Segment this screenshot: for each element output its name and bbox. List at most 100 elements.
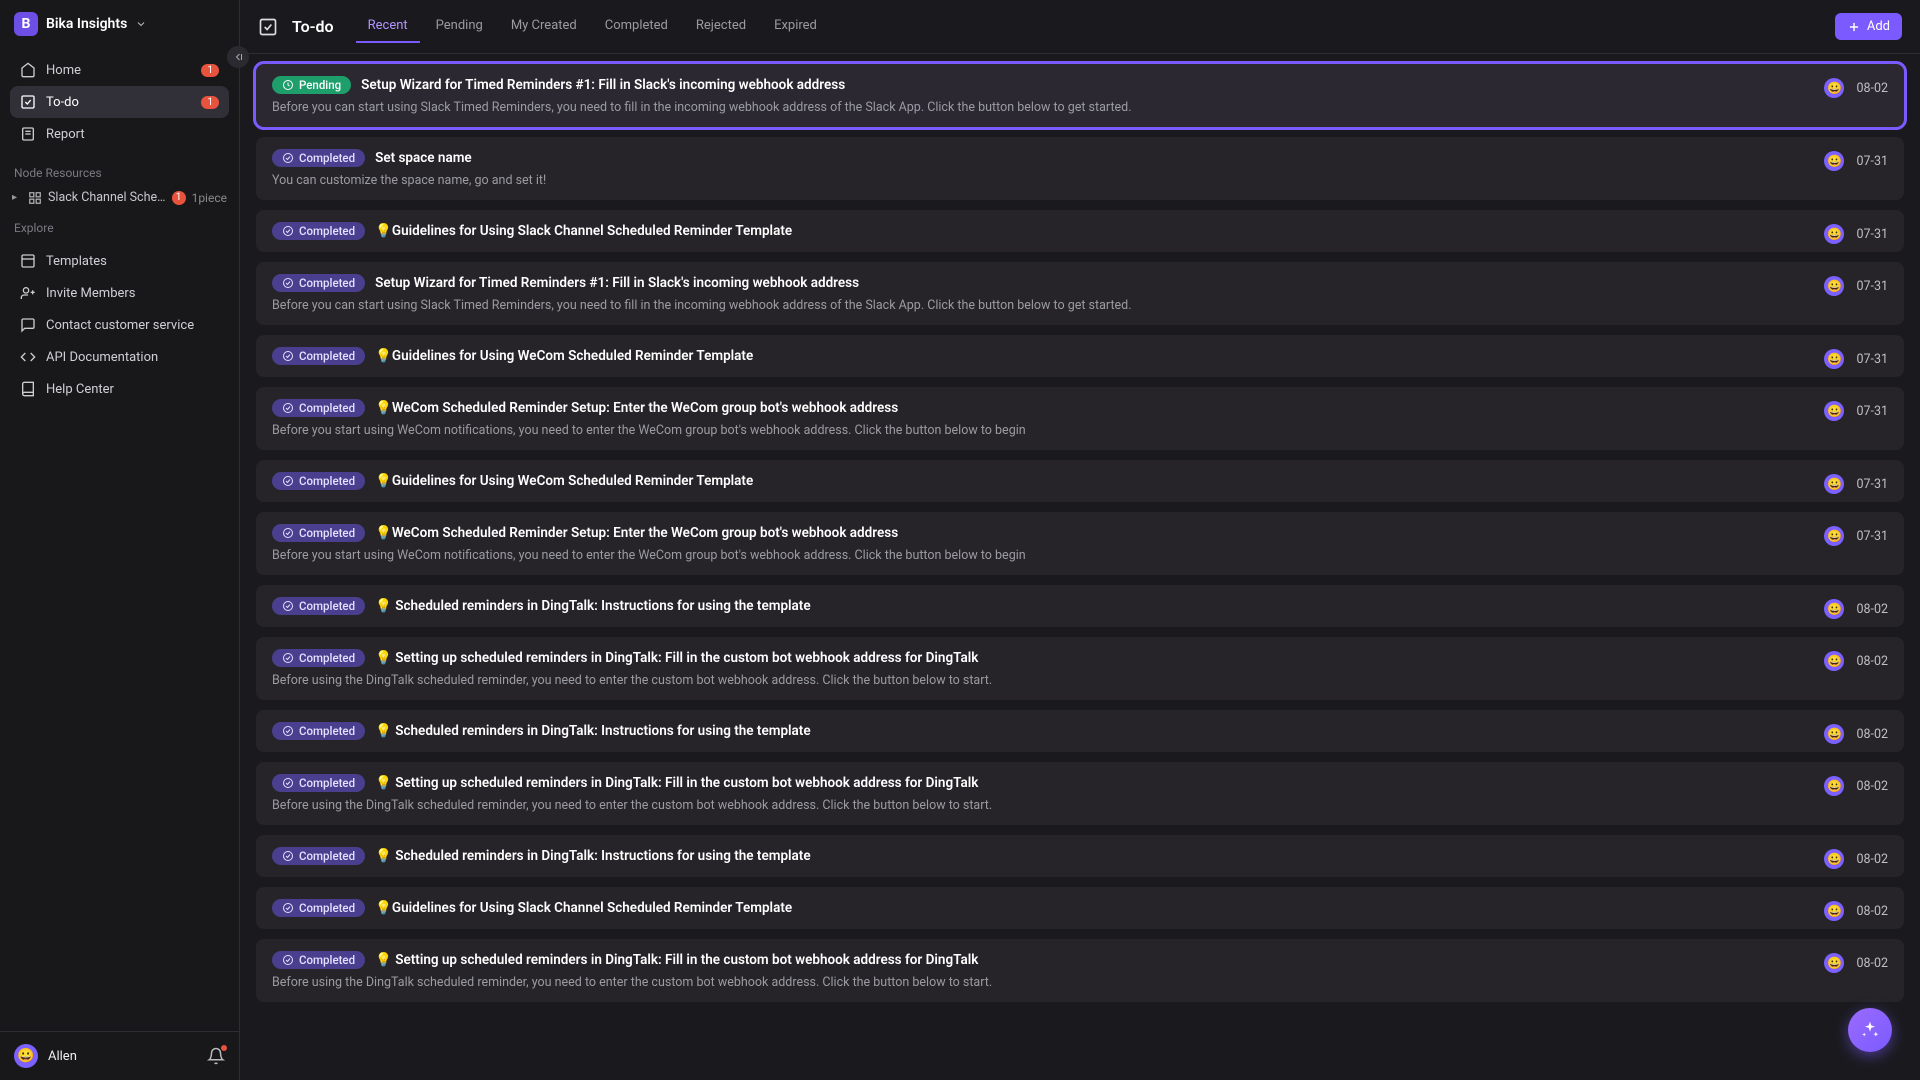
- todo-card[interactable]: Completed 💡 Setting up scheduled reminder…: [256, 939, 1904, 1002]
- nav-todo[interactable]: To-do 1: [10, 86, 229, 118]
- todo-card[interactable]: Completed💡WeCom Scheduled Reminder Setup…: [256, 512, 1904, 575]
- status-label: Completed: [299, 651, 355, 665]
- node-resources-label: Node Resources: [0, 156, 239, 184]
- card-title: 💡 Setting up scheduled reminders in Ding…: [375, 775, 978, 791]
- check-circle-icon: [282, 527, 294, 539]
- sidebar: B Bika Insights Home 1 To-do 1 Report: [0, 0, 240, 1080]
- todo-card[interactable]: Completed 💡 Setting up scheduled reminder…: [256, 762, 1904, 825]
- todo-card[interactable]: Completed💡Guidelines for Using WeCom Sch…: [256, 460, 1904, 502]
- fab-button[interactable]: [1848, 1008, 1892, 1052]
- chevron-down-icon: [135, 18, 147, 30]
- tab-rejected[interactable]: Rejected: [684, 10, 758, 43]
- tabs: RecentPendingMy CreatedCompletedRejected…: [356, 10, 829, 43]
- status-label: Completed: [299, 224, 355, 238]
- home-icon: [20, 62, 36, 78]
- nav-todo-label: To-do: [46, 95, 79, 110]
- tab-completed[interactable]: Completed: [593, 10, 680, 43]
- todo-card[interactable]: Completed💡Guidelines for Using Slack Cha…: [256, 887, 1904, 929]
- nav-home-label: Home: [46, 63, 81, 78]
- check-circle-icon: [282, 152, 294, 164]
- card-description: You can customize the space name, go and…: [272, 173, 1888, 188]
- check-circle-icon: [282, 225, 294, 237]
- todo-card[interactable]: Completed💡WeCom Scheduled Reminder Setup…: [256, 387, 1904, 450]
- card-date: 08-02: [1856, 602, 1888, 617]
- card-date: 08-02: [1856, 727, 1888, 742]
- sparkle-icon: [1860, 1020, 1880, 1040]
- status-pill-pending: Pending: [272, 76, 351, 94]
- todo-card[interactable]: CompletedSetup Wizard for Timed Reminder…: [256, 262, 1904, 325]
- check-circle-icon: [282, 277, 294, 289]
- explore-contact[interactable]: Contact customer service: [10, 309, 229, 341]
- card-title: 💡 Scheduled reminders in DingTalk: Instr…: [375, 598, 811, 614]
- status-pill-completed: Completed: [272, 524, 365, 542]
- todo-card[interactable]: Completed 💡 Scheduled reminders in DingTa…: [256, 585, 1904, 627]
- tab-recent[interactable]: Recent: [356, 10, 420, 43]
- card-title: 💡Guidelines for Using Slack Channel Sche…: [375, 900, 792, 916]
- add-button-label: Add: [1867, 19, 1890, 34]
- check-square-icon: [20, 94, 36, 110]
- status-pill-completed: Completed: [272, 222, 365, 240]
- status-label: Completed: [299, 724, 355, 738]
- book-icon: [20, 381, 36, 397]
- assignee-avatar: 😀: [1824, 776, 1844, 796]
- explore-invite-label: Invite Members: [46, 286, 136, 301]
- card-title: 💡 Setting up scheduled reminders in Ding…: [375, 952, 978, 968]
- status-pill-completed: Completed: [272, 597, 365, 615]
- tab-pending[interactable]: Pending: [424, 10, 495, 43]
- check-circle-icon: [282, 402, 294, 414]
- explore-help[interactable]: Help Center: [10, 373, 229, 405]
- workspace-switcher[interactable]: B Bika Insights: [0, 0, 239, 48]
- sidebar-footer: 😀 Allen: [0, 1031, 239, 1080]
- report-icon: [20, 126, 36, 142]
- check-circle-icon: [282, 600, 294, 612]
- status-pill-completed: Completed: [272, 649, 365, 667]
- todo-card[interactable]: Completed💡 Setting up scheduled reminder…: [256, 637, 1904, 700]
- explore-api[interactable]: API Documentation: [10, 341, 229, 373]
- sidebar-collapse-button[interactable]: [227, 46, 249, 68]
- explore-invite[interactable]: Invite Members: [10, 277, 229, 309]
- page-title: To-do: [292, 17, 334, 36]
- todo-card[interactable]: Completed💡 Scheduled reminders in DingTa…: [256, 710, 1904, 752]
- card-date: 08-02: [1856, 852, 1888, 867]
- tab-expired[interactable]: Expired: [762, 10, 829, 43]
- todo-card[interactable]: Completed💡 Scheduled reminders in DingTa…: [256, 835, 1904, 877]
- explore-api-label: API Documentation: [46, 350, 158, 365]
- card-date: 07-31: [1856, 279, 1888, 294]
- todo-card[interactable]: PendingSetup Wizard for Timed Reminders …: [256, 64, 1904, 127]
- todo-card[interactable]: Completed 💡Guidelines for Using Slack Cha…: [256, 210, 1904, 252]
- assignee-avatar: 😀: [1824, 474, 1844, 494]
- check-circle-icon: [282, 954, 294, 966]
- todo-card[interactable]: Completed💡Guidelines for Using WeCom Sch…: [256, 335, 1904, 377]
- card-description: Before you can start using Slack Timed R…: [272, 298, 1888, 313]
- card-date: 08-02: [1856, 904, 1888, 919]
- add-button[interactable]: Add: [1835, 13, 1902, 40]
- assignee-avatar: 😀: [1824, 526, 1844, 546]
- card-description: Before you start using WeCom notificatio…: [272, 548, 1888, 563]
- card-date: 08-02: [1856, 956, 1888, 971]
- nav-report[interactable]: Report: [10, 118, 229, 150]
- card-title: 💡Guidelines for Using WeCom Scheduled Re…: [375, 473, 753, 489]
- bell-icon[interactable]: [207, 1047, 225, 1065]
- explore-templates[interactable]: Templates: [10, 245, 229, 277]
- explore-templates-label: Templates: [46, 254, 107, 269]
- todo-card[interactable]: CompletedSet space nameYou can customize…: [256, 137, 1904, 200]
- user-avatar[interactable]: 😀: [14, 1044, 38, 1068]
- status-pill-completed: Completed: [272, 951, 365, 969]
- card-title: 💡Guidelines for Using Slack Channel Sche…: [375, 223, 792, 239]
- tab-my-created[interactable]: My Created: [499, 10, 589, 43]
- check-circle-icon: [282, 777, 294, 789]
- check-circle-icon: [282, 475, 294, 487]
- code-icon: [20, 349, 36, 365]
- resource-item[interactable]: ▸ Slack Channel Schedul… 1 1piece: [0, 184, 239, 211]
- nav-home[interactable]: Home 1: [10, 54, 229, 86]
- check-circle-icon: [282, 850, 294, 862]
- assignee-avatar: 😀: [1824, 224, 1844, 244]
- card-date: 07-31: [1856, 154, 1888, 169]
- status-pill-completed: Completed: [272, 399, 365, 417]
- check-circle-icon: [282, 725, 294, 737]
- todo-list: PendingSetup Wizard for Timed Reminders …: [240, 54, 1920, 1080]
- card-date: 08-02: [1856, 779, 1888, 794]
- check-square-icon: [258, 17, 278, 37]
- status-pill-completed: Completed: [272, 774, 365, 792]
- status-pill-completed: Completed: [272, 149, 365, 167]
